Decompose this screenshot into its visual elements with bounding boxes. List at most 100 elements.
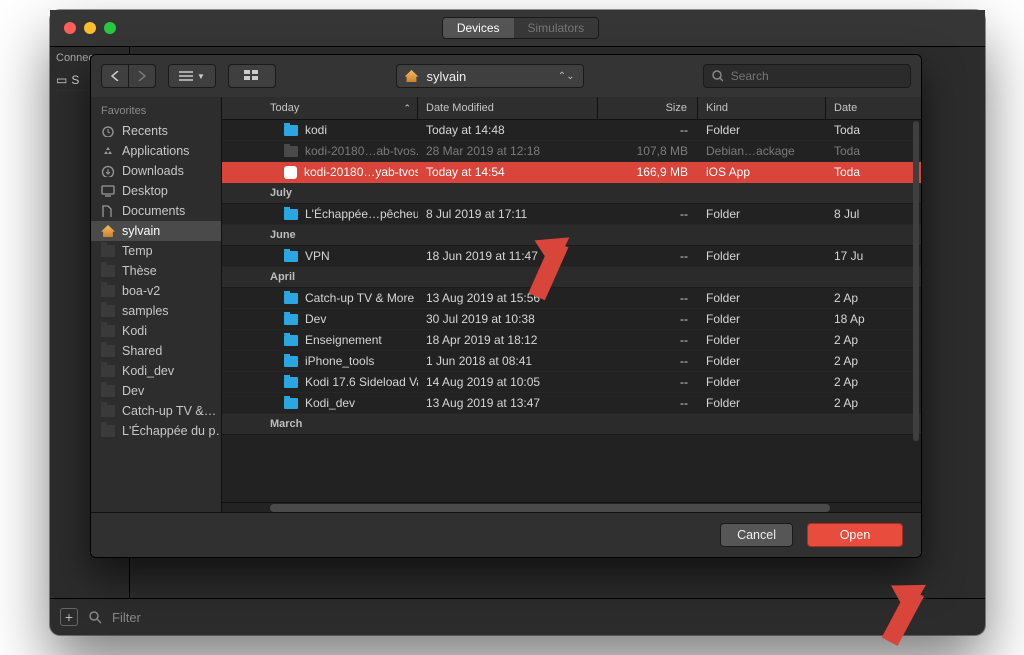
sidebar-item[interactable]: Downloads xyxy=(91,161,221,181)
sidebar-item[interactable]: Catch-up TV &… xyxy=(91,401,221,421)
file-created: 2 Ap xyxy=(826,375,921,389)
folder-icon xyxy=(284,293,298,304)
group-header: July xyxy=(222,183,921,204)
download-icon xyxy=(101,165,115,177)
col-kind[interactable]: Kind xyxy=(698,97,826,119)
search-field[interactable] xyxy=(703,64,911,88)
file-date: 1 Jun 2018 at 08:41 xyxy=(418,354,598,368)
col-name[interactable]: Today⌃ xyxy=(222,97,418,119)
file-created: 2 Ap xyxy=(826,396,921,410)
chevron-updown-icon: ⌃⌄ xyxy=(558,71,575,82)
path-label: sylvain xyxy=(427,69,467,84)
traffic-lights[interactable] xyxy=(64,22,116,34)
file-row[interactable]: kodi-20180…ab-tvos.deb28 Mar 2019 at 12:… xyxy=(222,141,921,162)
search-icon xyxy=(712,70,723,82)
column-headers[interactable]: Today⌃ Date Modified Size Kind Date xyxy=(222,97,921,120)
view-mode-button[interactable]: ▼ xyxy=(168,64,216,88)
sidebar-item-label: Kodi xyxy=(122,324,147,338)
folder-icon xyxy=(101,325,115,337)
file-row[interactable]: Catch-up TV & More 📺13 Aug 2019 at 15:56… xyxy=(222,288,921,309)
sidebar-item-label: Temp xyxy=(122,244,153,258)
folder-icon xyxy=(101,405,115,417)
group-button[interactable] xyxy=(228,64,276,88)
sidebar-item[interactable]: Thèse xyxy=(91,261,221,281)
file-created: 2 Ap xyxy=(826,291,921,305)
file-row[interactable]: kodi-20180…yab-tvos.ipaToday at 14:54166… xyxy=(222,162,921,183)
nav-buttons[interactable] xyxy=(101,64,156,88)
close-icon[interactable] xyxy=(64,22,76,34)
tab-simulators[interactable]: Simulators xyxy=(514,18,599,38)
open-button[interactable]: Open xyxy=(807,523,903,547)
sidebar-item[interactable]: Applications xyxy=(91,141,221,161)
col-size[interactable]: Size xyxy=(598,97,698,119)
file-created: Toda xyxy=(826,144,921,158)
file-row[interactable]: Dev30 Jul 2019 at 10:38--Folder18 Ap xyxy=(222,309,921,330)
list-icon xyxy=(179,71,193,81)
folder-icon xyxy=(101,345,115,357)
sidebar-item[interactable]: Kodi xyxy=(91,321,221,341)
file-row[interactable]: Kodi_dev13 Aug 2019 at 13:47--Folder2 Ap xyxy=(222,393,921,414)
folder-icon xyxy=(284,146,298,157)
forward-button[interactable] xyxy=(129,64,156,88)
cancel-button[interactable]: Cancel xyxy=(720,523,793,547)
file-row[interactable]: iPhone_tools1 Jun 2018 at 08:41--Folder2… xyxy=(222,351,921,372)
col-date[interactable]: Date Modified xyxy=(418,97,598,119)
file-kind: Folder xyxy=(698,396,826,410)
filter-label[interactable]: Filter xyxy=(112,610,141,625)
sort-asc-icon: ⌃ xyxy=(403,103,411,114)
file-row[interactable]: L'Échappée…pêcheur 👁8 Jul 2019 at 17:11-… xyxy=(222,204,921,225)
sidebar-item[interactable]: Dev xyxy=(91,381,221,401)
folder-icon xyxy=(284,125,298,136)
scrollbar-thumb[interactable] xyxy=(270,504,830,512)
col-created[interactable]: Date xyxy=(826,97,921,119)
group-header: March xyxy=(222,414,921,435)
file-date: 8 Jul 2019 at 17:11 xyxy=(418,207,598,221)
search-input[interactable] xyxy=(729,68,902,84)
sidebar-item[interactable]: Recents xyxy=(91,121,221,141)
path-button[interactable]: sylvain ⌃⌄ xyxy=(396,64,584,88)
home-icon xyxy=(405,70,419,82)
file-date: 18 Apr 2019 at 18:12 xyxy=(418,333,598,347)
sidebar-item[interactable]: boa-v2 xyxy=(91,281,221,301)
file-row[interactable]: VPN18 Jun 2019 at 11:47--Folder17 Ju xyxy=(222,246,921,267)
file-date: Today at 14:48 xyxy=(418,123,598,137)
sidebar-item[interactable]: Documents xyxy=(91,201,221,221)
file-row[interactable]: Enseignement18 Apr 2019 at 18:12--Folder… xyxy=(222,330,921,351)
home-icon xyxy=(101,225,115,237)
file-kind: Folder xyxy=(698,249,826,263)
device-icon: ▭ xyxy=(56,73,67,87)
file-name: Dev xyxy=(305,312,326,326)
tab-devices[interactable]: Devices xyxy=(443,18,514,38)
file-list: Today⌃ Date Modified Size Kind Date kodi… xyxy=(222,97,921,513)
sidebar-item-label: Documents xyxy=(122,204,185,218)
sidebar-item-label: Downloads xyxy=(122,164,184,178)
sidebar-item-label: Desktop xyxy=(122,184,168,198)
favorites-sidebar: Favorites RecentsApplicationsDownloadsDe… xyxy=(91,97,222,513)
file-created: Toda xyxy=(826,165,921,179)
toolbar: ▼ sylvain ⌃⌄ xyxy=(91,55,921,98)
sidebar-item[interactable]: L'Échappée du p… xyxy=(91,421,221,441)
sidebar-item[interactable]: Temp xyxy=(91,241,221,261)
folder-icon xyxy=(101,425,115,437)
file-kind: Folder xyxy=(698,354,826,368)
file-created: 8 Jul xyxy=(826,207,921,221)
segmented-control[interactable]: Devices Simulators xyxy=(442,17,599,39)
sidebar-item[interactable]: samples xyxy=(91,301,221,321)
minimize-icon[interactable] xyxy=(84,22,96,34)
file-size: -- xyxy=(598,354,698,368)
file-row[interactable]: kodiToday at 14:48--FolderToda xyxy=(222,120,921,141)
vertical-scrollbar[interactable] xyxy=(913,121,919,441)
file-row[interactable]: Kodi 17.6 Sideload Vanilla14 Aug 2019 at… xyxy=(222,372,921,393)
sidebar-item[interactable]: Shared xyxy=(91,341,221,361)
zoom-icon[interactable] xyxy=(104,22,116,34)
add-button[interactable]: + xyxy=(60,608,78,626)
folder-icon xyxy=(101,385,115,397)
sidebar-item[interactable]: sylvain xyxy=(91,221,221,241)
file-created: Toda xyxy=(826,123,921,137)
back-button[interactable] xyxy=(101,64,129,88)
sidebar-item-label: Catch-up TV &… xyxy=(122,404,216,418)
under-sidebar-label: S xyxy=(71,73,79,87)
sidebar-item[interactable]: Desktop xyxy=(91,181,221,201)
sidebar-item[interactable]: Kodi_dev xyxy=(91,361,221,381)
sidebar-item-label: Applications xyxy=(122,144,189,158)
